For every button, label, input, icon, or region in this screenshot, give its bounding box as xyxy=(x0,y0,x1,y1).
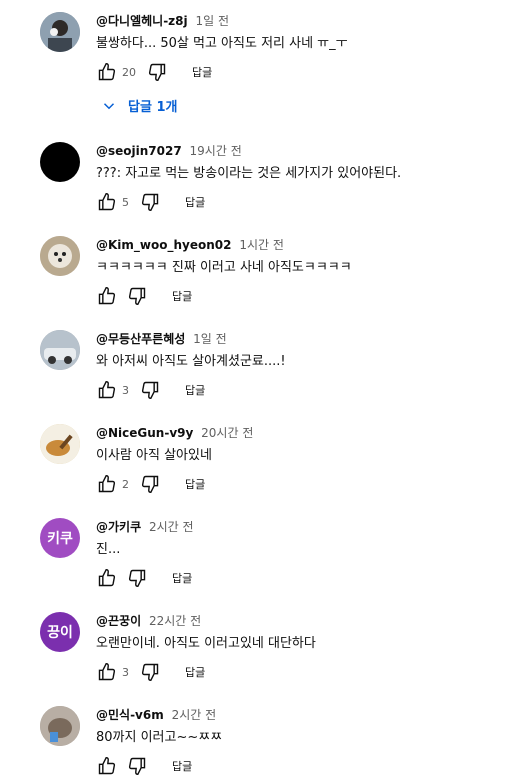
thumbs-down-icon xyxy=(128,757,146,776)
reply-button[interactable]: 답글 xyxy=(172,758,192,774)
comment-text: ???: 자고로 먹는 방송이라는 것은 세가지가 있어야된다. xyxy=(96,166,402,181)
avatar[interactable] xyxy=(40,12,80,52)
replies-toggle[interactable]: 답글 1개 xyxy=(100,96,177,115)
comment-actions: 2 답글 xyxy=(96,472,205,496)
like-button[interactable] xyxy=(96,661,118,683)
avatar[interactable]: 끙이 xyxy=(40,612,80,652)
reply-button[interactable]: 답글 xyxy=(185,382,205,398)
comment-text: 80까지 이러고~~ㅉㅉ xyxy=(96,730,223,745)
avatar-initials: 끙이 xyxy=(47,625,73,641)
avatar[interactable]: 키쿠 xyxy=(40,518,80,558)
comment-time[interactable]: 2시간 전 xyxy=(149,520,194,534)
comment-author[interactable]: @끈꿍이 xyxy=(96,614,141,628)
like-button[interactable] xyxy=(96,285,118,307)
comment-author[interactable]: @민식-v6m xyxy=(96,708,164,722)
thumbs-down-icon xyxy=(141,663,159,682)
avatar[interactable] xyxy=(40,330,80,370)
thumbs-up-icon xyxy=(98,192,116,211)
like-button[interactable] xyxy=(96,191,118,213)
comment-text: ㅋㅋㅋㅋㅋㅋ 진짜 이러고 사네 아직도ㅋㅋㅋㅋ xyxy=(96,260,352,275)
comment-time[interactable]: 19시간 전 xyxy=(190,144,242,158)
like-count: 3 xyxy=(122,383,129,397)
thumbs-down-icon xyxy=(128,287,146,306)
comment-actions: 답글 xyxy=(96,566,192,590)
dislike-button[interactable] xyxy=(139,191,161,213)
comment-meta: @다니엘헤니-z8j 1일 전 xyxy=(96,12,229,29)
comment-meta: @민식-v6m 2시간 전 xyxy=(96,706,216,723)
like-button[interactable] xyxy=(96,755,118,777)
dislike-button[interactable] xyxy=(126,285,148,307)
comment-time[interactable]: 2시간 전 xyxy=(172,708,217,722)
reply-button[interactable]: 답글 xyxy=(185,664,205,680)
comment-actions: 답글 xyxy=(96,284,192,308)
comment-actions: 5 답글 xyxy=(96,190,205,214)
dislike-button[interactable] xyxy=(139,379,161,401)
comment-author[interactable]: @seojin7027 xyxy=(96,144,182,158)
reply-button[interactable]: 답글 xyxy=(185,194,205,210)
like-count: 2 xyxy=(122,477,129,491)
comment-actions: 3 답글 xyxy=(96,378,205,402)
comment-meta: @NiceGun-v9y 20시간 전 xyxy=(96,424,253,441)
comment-time[interactable]: 1일 전 xyxy=(193,332,227,346)
comment-author[interactable]: @가키쿠 xyxy=(96,520,141,534)
chevron-down-icon xyxy=(103,102,115,109)
like-count: 20 xyxy=(122,65,136,79)
thumbs-up-icon xyxy=(98,756,116,775)
avatar[interactable] xyxy=(40,236,80,276)
comment-text: 와 아저씨 아직도 살아계셨군료....! xyxy=(96,354,286,369)
reply-button[interactable]: 답글 xyxy=(172,288,192,304)
like-count: 3 xyxy=(122,665,129,679)
like-count: 5 xyxy=(122,195,129,209)
comment-actions: 답글 xyxy=(96,754,192,778)
dislike-button[interactable] xyxy=(139,473,161,495)
replies-toggle-label: 답글 1개 xyxy=(128,100,178,115)
reply-button[interactable]: 답글 xyxy=(172,570,192,586)
comment-text: 불쌍하다... 50살 먹고 아직도 저리 사네 ㅠ_ㅜ xyxy=(96,36,348,51)
avatar[interactable] xyxy=(40,706,80,746)
comment-author[interactable]: @NiceGun-v9y xyxy=(96,426,193,440)
thumbs-up-icon xyxy=(98,662,116,681)
comment-meta: @가키쿠 2시간 전 xyxy=(96,518,194,535)
comment-author[interactable]: @Kim_woo_hyeon02 xyxy=(96,238,231,252)
reply-button[interactable]: 답글 xyxy=(192,64,212,80)
thumbs-up-icon xyxy=(98,286,116,305)
reply-button[interactable]: 답글 xyxy=(185,476,205,492)
comment-meta: @무등산푸른혜성 1일 전 xyxy=(96,330,227,347)
comment-meta: @끈꿍이 22시간 전 xyxy=(96,612,201,629)
comment-actions: 20 답글 xyxy=(96,60,212,84)
avatar[interactable] xyxy=(40,142,80,182)
like-button[interactable] xyxy=(96,473,118,495)
comment-actions: 3 답글 xyxy=(96,660,205,684)
thumbs-down-icon xyxy=(141,475,159,494)
dislike-button[interactable] xyxy=(146,61,168,83)
avatar-initials: 키쿠 xyxy=(47,531,73,547)
dislike-button[interactable] xyxy=(139,661,161,683)
thumbs-down-icon xyxy=(148,63,166,82)
like-button[interactable] xyxy=(96,567,118,589)
comment-text: 오랜만이네. 아직도 이러고있네 대단하다 xyxy=(96,636,316,651)
comment-meta: @Kim_woo_hyeon02 1시간 전 xyxy=(96,236,284,253)
dislike-button[interactable] xyxy=(126,755,148,777)
thumbs-up-icon xyxy=(98,62,116,81)
thumbs-down-icon xyxy=(141,193,159,212)
comment-author[interactable]: @무등산푸른혜성 xyxy=(96,332,185,346)
comment-time[interactable]: 1일 전 xyxy=(195,14,229,28)
thumbs-up-icon xyxy=(98,568,116,587)
like-button[interactable] xyxy=(96,61,118,83)
like-button[interactable] xyxy=(96,379,118,401)
avatar[interactable] xyxy=(40,424,80,464)
dislike-button[interactable] xyxy=(126,567,148,589)
comment-time[interactable]: 22시간 전 xyxy=(149,614,201,628)
thumbs-up-icon xyxy=(98,474,116,493)
thumbs-down-icon xyxy=(141,381,159,400)
comment-author[interactable]: @다니엘헤니-z8j xyxy=(96,14,188,28)
comment-time[interactable]: 20시간 전 xyxy=(201,426,253,440)
comment-meta: @seojin7027 19시간 전 xyxy=(96,142,242,159)
thumbs-down-icon xyxy=(128,569,146,588)
comment-time[interactable]: 1시간 전 xyxy=(239,238,284,252)
thumbs-up-icon xyxy=(98,380,116,399)
comment-text: 진... xyxy=(96,542,121,557)
comment-text: 이사람 아직 살아있네 xyxy=(96,448,212,463)
